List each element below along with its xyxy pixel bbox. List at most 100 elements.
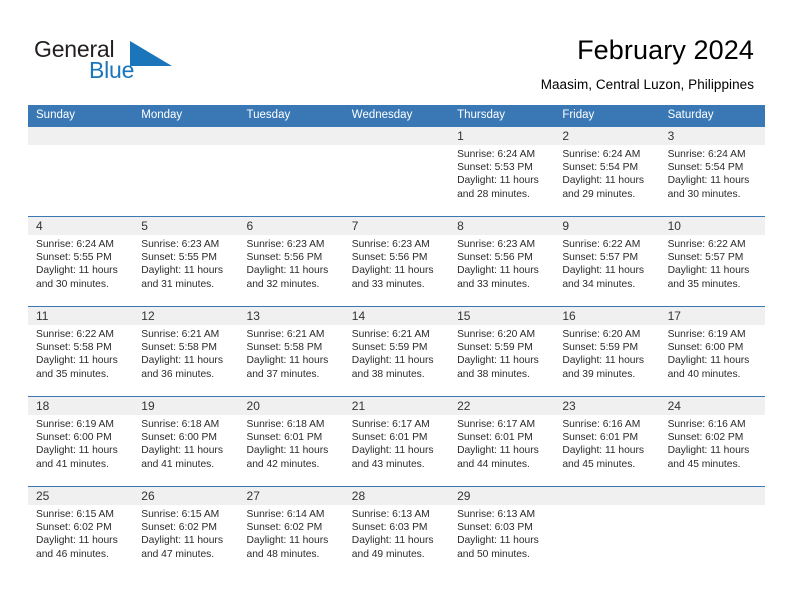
calendar-day-cell[interactable]: 15 Sunrise: 6:20 AM Sunset: 5:59 PM Dayligh… (449, 307, 555, 395)
day-number-band: 2 (554, 127, 660, 145)
day-number-band: 19 (133, 397, 239, 415)
calendar-day-cell[interactable]: 29 Sunrise: 6:13 AM Sunset: 6:03 PM Dayligh… (449, 487, 555, 575)
calendar-weeks: 1 Sunrise: 6:24 AM Sunset: 5:53 PM Daylight… (28, 126, 765, 576)
title-block: February 2024 Maasim, Central Luzon, Phi… (541, 34, 754, 94)
sunrise-text: Sunrise: 6:13 AM (351, 509, 430, 520)
calendar-day-cell[interactable]: 4 Sunrise: 6:24 AM Sunset: 5:55 PM Daylight… (28, 217, 134, 305)
sunrise-text: Sunrise: 6:16 AM (667, 419, 746, 430)
day-number-band: 10 (659, 217, 765, 235)
calendar-day-cell[interactable]: 26 Sunrise: 6:15 AM Sunset: 6:02 PM Dayligh… (133, 487, 239, 575)
sunset-text: Sunset: 5:58 PM (36, 342, 112, 354)
calendar-day-cell-empty (554, 487, 660, 575)
sunrise-text: Sunrise: 6:18 AM (141, 419, 220, 430)
sunrise-text: Sunrise: 6:19 AM (36, 419, 114, 430)
daylight-text-line1: Daylight: 11 hours (246, 355, 329, 367)
day-number-band: 8 (449, 217, 555, 235)
daylight-text-line2: and 38 minutes. (351, 368, 425, 380)
calendar-day-cell[interactable]: 23 Sunrise: 6:16 AM Sunset: 6:01 PM Dayligh… (554, 397, 660, 485)
calendar-day-cell[interactable]: 8 Sunrise: 6:23 AM Sunset: 5:56 PM Daylight… (449, 217, 555, 305)
calendar-day-cell[interactable]: 6 Sunrise: 6:23 AM Sunset: 5:56 PM Daylight… (238, 217, 344, 305)
daylight-text-line1: Daylight: 11 hours (246, 265, 329, 277)
day-number-band: 26 (133, 487, 239, 505)
day-detail: Sunrise: 6:23 AM Sunset: 5:55 PM Daylight:… (133, 235, 238, 291)
daylight-text-line2: and 39 minutes. (562, 368, 636, 380)
day-detail: Sunrise: 6:23 AM Sunset: 5:56 PM Daylight:… (449, 235, 554, 291)
day-number: 17 (667, 309, 681, 323)
sunset-text: Sunset: 6:03 PM (457, 522, 533, 534)
calendar-day-cell[interactable]: 21 Sunrise: 6:17 AM Sunset: 6:01 PM Dayligh… (343, 397, 450, 485)
calendar-week-row: 11 Sunrise: 6:22 AM Sunset: 5:58 PM Dayligh… (28, 306, 765, 396)
day-detail: Sunrise: 6:18 AM Sunset: 6:00 PM Daylight:… (133, 415, 238, 471)
daylight-text-line1: Daylight: 11 hours (667, 265, 750, 277)
day-detail: Sunrise: 6:15 AM Sunset: 6:02 PM Daylight:… (133, 505, 238, 561)
calendar-day-cell[interactable]: 25 Sunrise: 6:15 AM Sunset: 6:02 PM Dayligh… (28, 487, 134, 575)
calendar-day-cell[interactable]: 20 Sunrise: 6:18 AM Sunset: 6:01 PM Dayligh… (238, 397, 344, 485)
day-detail: Sunrise: 6:16 AM Sunset: 6:01 PM Daylight:… (554, 415, 659, 471)
daylight-text-line1: Daylight: 11 hours (246, 445, 329, 457)
calendar-grid: Sunday Monday Tuesday Wednesday Thursday Frid… (28, 105, 765, 576)
calendar-day-cell[interactable]: 14 Sunrise: 6:21 AM Sunset: 5:59 PM Dayligh… (343, 307, 450, 395)
daylight-text-line2: and 49 minutes. (351, 548, 425, 560)
sunrise-text: Sunrise: 6:16 AM (562, 419, 641, 430)
day-number-band: 17 (659, 307, 765, 325)
calendar-day-cell[interactable]: 22 Sunrise: 6:17 AM Sunset: 6:01 PM Dayligh… (449, 397, 555, 485)
calendar-day-cell[interactable]: 27 Sunrise: 6:14 AM Sunset: 6:02 PM Dayligh… (238, 487, 344, 575)
calendar-day-cell[interactable]: 10 Sunrise: 6:22 AM Sunset: 5:57 PM Dayligh… (659, 217, 765, 305)
sunrise-text: Sunrise: 6:15 AM (36, 509, 114, 520)
sunset-text: Sunset: 6:02 PM (36, 522, 112, 534)
calendar-day-cell[interactable]: 1 Sunrise: 6:24 AM Sunset: 5:53 PM Daylight… (449, 127, 555, 215)
calendar-day-cell[interactable]: 11 Sunrise: 6:22 AM Sunset: 5:58 PM Dayligh… (28, 307, 134, 395)
daylight-text-line1: Daylight: 11 hours (457, 175, 539, 187)
calendar-day-cell-empty (343, 127, 450, 215)
calendar-day-cell[interactable]: 16 Sunrise: 6:20 AM Sunset: 5:59 PM Dayligh… (554, 307, 660, 395)
calendar-day-cell[interactable]: 28 Sunrise: 6:13 AM Sunset: 6:03 PM Dayligh… (343, 487, 450, 575)
day-number-band: 11 (28, 307, 134, 325)
calendar-day-cell[interactable]: 9 Sunrise: 6:22 AM Sunset: 5:57 PM Daylight… (554, 217, 660, 305)
day-number: 18 (36, 399, 50, 413)
calendar-day-cell[interactable]: 7 Sunrise: 6:23 AM Sunset: 5:56 PM Daylight… (343, 217, 450, 305)
day-number: 15 (457, 309, 471, 323)
calendar-day-cell[interactable]: 18 Sunrise: 6:19 AM Sunset: 6:00 PM Dayligh… (28, 397, 134, 485)
day-detail: Sunrise: 6:20 AM Sunset: 5:59 PM Daylight:… (449, 325, 554, 381)
sunrise-text: Sunrise: 6:20 AM (457, 329, 535, 340)
day-number: 20 (246, 399, 260, 413)
day-number-band: 7 (343, 217, 450, 235)
weekday-header-friday: Friday (562, 109, 595, 121)
daylight-text-line1: Daylight: 11 hours (141, 355, 223, 367)
sunrise-text: Sunrise: 6:24 AM (667, 149, 746, 160)
calendar-day-cell[interactable]: 2 Sunrise: 6:24 AM Sunset: 5:54 PM Daylight… (554, 127, 660, 215)
sunset-text: Sunset: 5:56 PM (246, 252, 323, 264)
page-title: February 2024 (577, 35, 754, 65)
sunrise-text: Sunrise: 6:23 AM (351, 239, 430, 250)
day-detail: Sunrise: 6:13 AM Sunset: 6:03 PM Daylight:… (344, 505, 449, 561)
daylight-text-line1: Daylight: 11 hours (141, 265, 223, 277)
sunset-text: Sunset: 5:59 PM (351, 342, 428, 354)
daylight-text-line2: and 41 minutes. (141, 458, 215, 470)
calendar-day-cell[interactable]: 19 Sunrise: 6:18 AM Sunset: 6:00 PM Dayligh… (133, 397, 239, 485)
calendar-day-cell[interactable]: 12 Sunrise: 6:21 AM Sunset: 5:58 PM Dayligh… (133, 307, 239, 395)
calendar-day-cell[interactable]: 24 Sunrise: 6:16 AM Sunset: 6:02 PM Dayligh… (659, 397, 765, 485)
day-number: 24 (667, 399, 681, 413)
calendar-day-cell[interactable]: 3 Sunrise: 6:24 AM Sunset: 5:54 PM Daylight… (659, 127, 765, 215)
day-number: 3 (667, 129, 675, 143)
sunset-text: Sunset: 6:02 PM (141, 522, 217, 534)
day-number-band: 22 (449, 397, 555, 415)
sunset-text: Sunset: 5:59 PM (457, 342, 533, 354)
sunrise-text: Sunrise: 6:23 AM (141, 239, 220, 250)
calendar-week-row: 25 Sunrise: 6:15 AM Sunset: 6:02 PM Dayligh… (28, 486, 765, 576)
calendar-day-cell[interactable]: 13 Sunrise: 6:21 AM Sunset: 5:58 PM Dayligh… (238, 307, 344, 395)
logo-text-blue: Blue (89, 57, 135, 83)
weekday-header-thursday: Thursday (457, 109, 505, 121)
daylight-text-line2: and 33 minutes. (351, 278, 425, 290)
calendar-day-cell[interactable]: 17 Sunrise: 6:19 AM Sunset: 6:00 PM Dayligh… (659, 307, 765, 395)
daylight-text-line1: Daylight: 11 hours (667, 445, 750, 457)
daylight-text-line1: Daylight: 11 hours (562, 265, 645, 277)
daylight-text-line2: and 47 minutes. (141, 548, 215, 560)
daylight-text-line2: and 29 minutes. (562, 188, 636, 200)
sunset-text: Sunset: 5:55 PM (36, 252, 112, 264)
calendar-day-cell[interactable]: 5 Sunrise: 6:23 AM Sunset: 5:55 PM Daylight… (133, 217, 239, 305)
day-number: 28 (351, 489, 366, 503)
sunset-text: Sunset: 6:01 PM (351, 432, 428, 444)
calendar-day-cell-empty (238, 127, 344, 215)
daylight-text-line1: Daylight: 11 hours (351, 355, 434, 367)
